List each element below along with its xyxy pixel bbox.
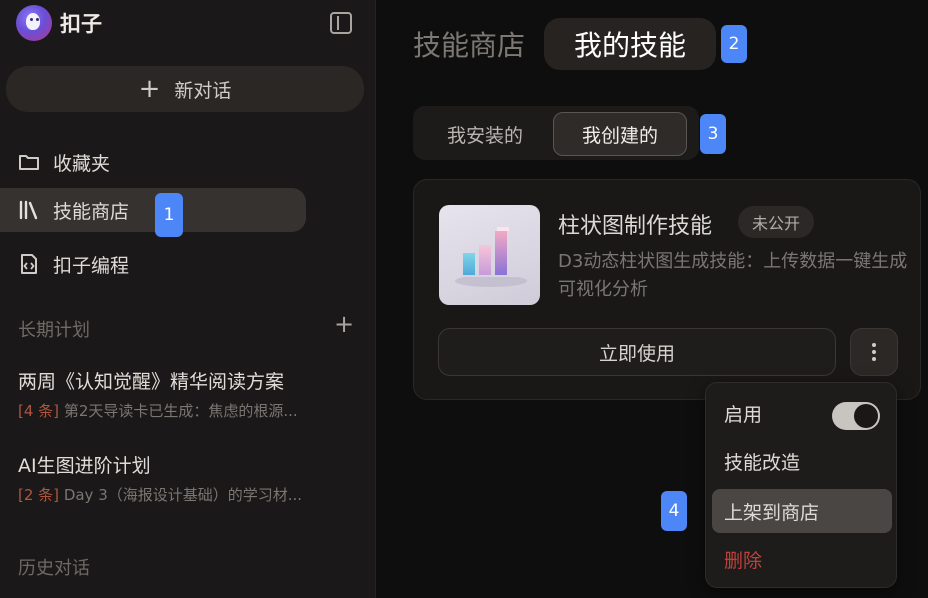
sidebar-item-favorites[interactable]: 收藏夹 — [0, 140, 110, 184]
enable-toggle[interactable] — [832, 402, 880, 430]
plan-count: [4 条] — [18, 402, 60, 420]
plan-item[interactable]: AI生图进阶计划 [2 条] Day 3（海报设计基础）的学习材... — [18, 451, 358, 505]
sidebar-item-label: 收藏夹 — [53, 152, 111, 175]
main-content: 技能商店 我的技能 我安装的 我创建的 柱状图制作技能 未公开 D3动态柱状图生… — [377, 0, 928, 598]
tab-my-skills[interactable]: 我的技能 — [544, 18, 716, 70]
sidebar-item-coze-code[interactable]: 扣子编程 — [0, 242, 129, 286]
skill-title: 柱状图制作技能 — [558, 214, 713, 239]
brand-name: 扣子 — [60, 12, 102, 36]
folder-icon — [18, 151, 40, 173]
brand[interactable]: 扣子 — [16, 4, 102, 42]
plan-title: 两周《认知觉醒》精华阅读方案 — [18, 371, 285, 393]
bar-chart-thumbnail — [439, 205, 540, 305]
marker-3: 3 — [700, 114, 726, 154]
sidebar-collapse-icon[interactable] — [330, 12, 352, 34]
skill-card: 柱状图制作技能 未公开 D3动态柱状图生成技能：上传数据一键生成可视化分析 立即… — [413, 179, 921, 400]
menu-item-publish[interactable]: 上架到商店 — [712, 489, 892, 533]
tab-skill-store[interactable]: 技能商店 — [413, 18, 525, 70]
plan-count: [2 条] — [18, 486, 60, 504]
segment-installed[interactable]: 我安装的 — [425, 112, 545, 156]
sidebar-item-label: 扣子编程 — [53, 254, 130, 277]
plan-summary: [2 条] Day 3（海报设计基础）的学习材... — [18, 484, 358, 505]
history-title: 历史对话 — [18, 558, 90, 579]
more-options-menu: 启用 技能改造 上架到商店 删除 — [705, 382, 897, 588]
plan-summary: [4 条] 第2天导读卡已生成：焦虑的根源... — [18, 400, 358, 421]
segment-created[interactable]: 我创建的 — [553, 112, 687, 156]
logo-icon — [16, 5, 52, 41]
plan-desc: Day 3（海报设计基础）的学习材... — [63, 486, 303, 504]
menu-item-delete[interactable]: 删除 — [712, 537, 892, 581]
new-chat-button[interactable]: + 新对话 — [6, 66, 364, 112]
menu-item-enable: 启用 — [712, 391, 892, 435]
long-term-plans-title: 长期计划 — [18, 320, 90, 341]
new-chat-label: 新对话 — [174, 79, 232, 102]
menu-item-modify[interactable]: 技能改造 — [712, 439, 892, 483]
library-icon — [18, 199, 40, 221]
segment-control: 我安装的 我创建的 — [413, 106, 699, 160]
use-now-button[interactable]: 立即使用 — [438, 328, 836, 376]
plus-icon: + — [138, 74, 161, 104]
sidebar: 扣子 + 新对话 收藏夹 技能商店 扣子编程 长期计划 + 两周《认知觉醒》精华… — [0, 0, 376, 598]
plan-item[interactable]: 两周《认知觉醒》精华阅读方案 [4 条] 第2天导读卡已生成：焦虑的根源... — [18, 367, 358, 421]
marker-2: 2 — [721, 25, 747, 63]
marker-1: 1 — [155, 193, 183, 237]
plan-desc: 第2天导读卡已生成：焦虑的根源... — [63, 402, 298, 420]
marker-4: 4 — [661, 491, 687, 531]
enable-label: 启用 — [724, 403, 763, 426]
sidebar-item-label: 技能商店 — [53, 200, 130, 223]
skill-description: D3动态柱状图生成技能：上传数据一键生成可视化分析 — [558, 251, 908, 300]
more-options-icon[interactable] — [850, 328, 898, 376]
add-plan-icon[interactable]: + — [334, 312, 354, 336]
code-file-icon — [18, 253, 40, 275]
status-badge: 未公开 — [738, 206, 815, 238]
plan-title: AI生图进阶计划 — [18, 455, 151, 477]
sidebar-item-skill-store[interactable]: 技能商店 — [0, 188, 306, 232]
